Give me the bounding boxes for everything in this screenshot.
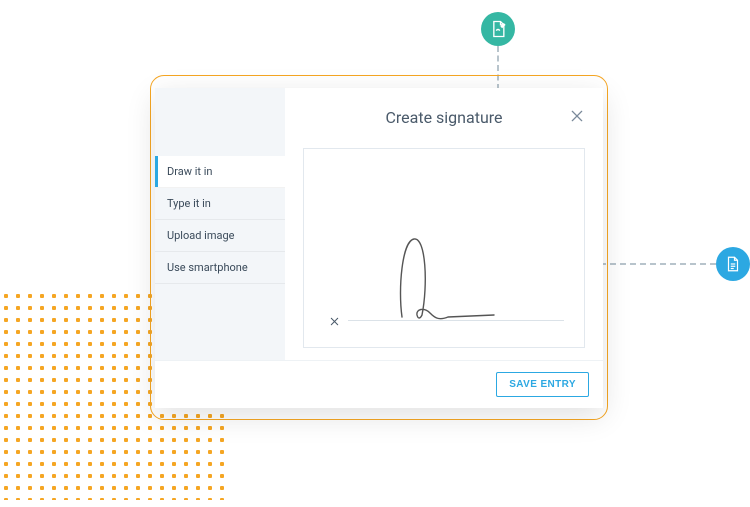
save-entry-button[interactable]: SAVE ENTRY	[496, 372, 589, 397]
modal-title: Create signature	[385, 108, 502, 127]
signature-baseline	[348, 320, 564, 321]
sidebar-item-draw[interactable]: Draw it in	[155, 156, 285, 188]
sidebar-item-upload[interactable]: Upload image	[155, 220, 285, 252]
document-icon	[716, 247, 750, 281]
close-button[interactable]	[567, 106, 587, 126]
sidebar-item-label: Draw it in	[167, 165, 212, 178]
sign-document-icon	[481, 12, 515, 46]
signature-method-sidebar: Draw it in Type it in Upload image Use s…	[155, 88, 285, 360]
sidebar-item-smartphone[interactable]: Use smartphone	[155, 252, 285, 284]
close-icon	[569, 108, 585, 124]
sidebar-item-label: Use smartphone	[167, 261, 248, 274]
clear-signature-icon	[329, 316, 340, 327]
clear-signature-button[interactable]	[326, 313, 342, 329]
modal-footer: SAVE ENTRY	[155, 360, 603, 408]
signature-canvas[interactable]	[303, 148, 585, 348]
create-signature-modal: Draw it in Type it in Upload image Use s…	[155, 88, 603, 408]
sidebar-item-label: Upload image	[167, 229, 235, 242]
sidebar-item-type[interactable]: Type it in	[155, 188, 285, 220]
connector-line-right	[600, 263, 716, 265]
sidebar-item-label: Type it in	[167, 197, 211, 210]
drawn-signature	[384, 229, 504, 329]
modal-main: Create signature	[285, 88, 603, 360]
modal-header: Create signature	[285, 88, 603, 146]
modal-body: Draw it in Type it in Upload image Use s…	[155, 88, 603, 360]
